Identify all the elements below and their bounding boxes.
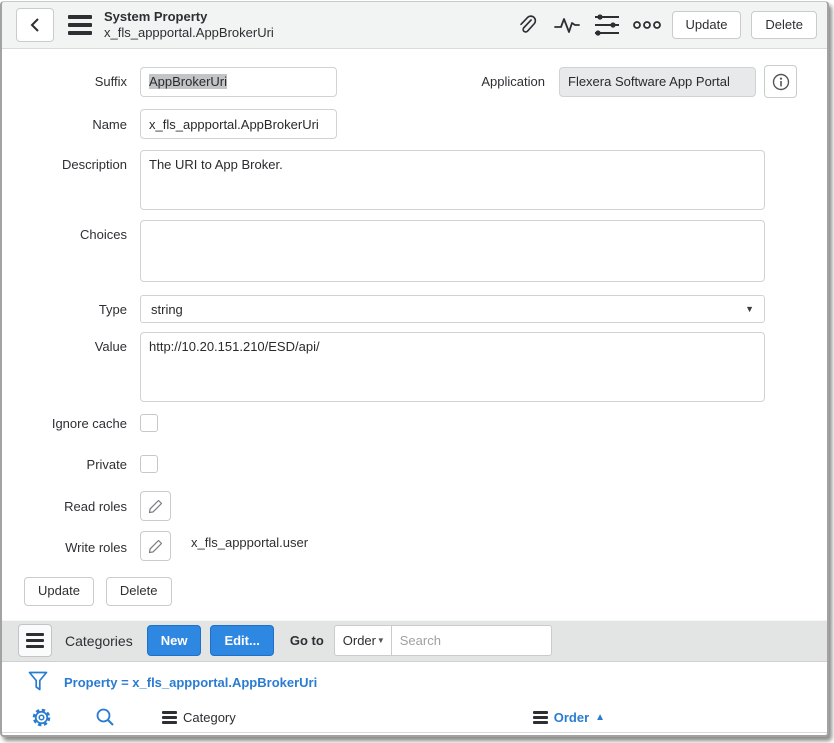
categories-list-header: Category Order ▲ [2,703,827,733]
form-context-menu-icon[interactable] [68,15,92,35]
write-roles-value: x_fls_appportal.user [191,531,308,550]
pencil-icon [148,499,163,514]
filter-breadcrumb-link[interactable]: Property = x_fls_appportal.AppBrokerUri [64,675,317,690]
new-category-button[interactable]: New [147,625,202,656]
value-textarea[interactable]: http://10.20.151.210/ESD/api/ [140,332,765,402]
write-roles-label: Write roles [24,531,127,555]
write-roles-edit-button[interactable] [140,531,171,561]
categories-search-input[interactable] [392,625,552,656]
goto-dropdown-arrow-icon: ▼ [377,636,385,645]
chevron-left-icon [28,17,42,33]
goto-label: Go to [290,633,324,648]
application-label: Application [481,74,545,89]
categories-toolbar: Categories New Edit... Go to Order ▼ [2,620,827,662]
value-label: Value [24,332,127,354]
column-label-order: Order [554,710,589,725]
ellipsis-icon [633,20,661,30]
application-info-button[interactable] [764,65,797,98]
description-label: Description [24,150,127,172]
personalize-form-button[interactable] [592,10,622,40]
header-actions: Update Delete [512,10,818,40]
info-icon [772,73,790,91]
form-actions: Update Delete [24,577,797,606]
suffix-selected-text: AppBrokerUri [149,74,227,89]
back-button[interactable] [16,8,54,42]
ignore-cache-label: Ignore cache [24,416,127,431]
pulse-icon [554,14,580,36]
filter-funnel-icon[interactable] [28,671,48,694]
search-icon [95,707,115,727]
paperclip-icon [516,14,538,36]
more-options-button[interactable] [632,10,662,40]
select-dropdown-arrow-icon: ▼ [745,304,754,314]
system-property-window: System Property x_fls_appportal.AppBroke… [0,1,829,737]
list-menu-icon [26,633,44,648]
form-delete-button[interactable]: Delete [106,577,172,606]
ignore-cache-checkbox[interactable] [140,414,158,432]
record-subtitle: x_fls_appportal.AppBrokerUri [104,25,274,41]
column-header-order[interactable]: Order ▲ [533,710,605,725]
list-filter-row: Property = x_fls_appportal.AppBrokerUri [2,662,827,703]
name-label: Name [24,117,127,132]
column-menu-icon[interactable] [533,711,548,724]
categories-list-menu-button[interactable] [18,624,52,657]
column-label-category: Category [183,710,236,725]
type-label: Type [24,302,127,317]
pencil-icon [148,539,163,554]
sort-ascending-icon: ▲ [595,712,605,723]
suffix-input[interactable]: AppBrokerUri [140,67,337,97]
page-title: System Property [104,9,274,25]
related-list-title: Categories [65,633,133,649]
goto-selected-value: Order [343,633,376,648]
list-search-button[interactable] [90,702,120,732]
read-roles-label: Read roles [24,499,127,514]
form-update-button[interactable]: Update [24,577,94,606]
list-personalize-button[interactable] [26,702,56,732]
gear-icon [31,707,52,728]
header-update-button[interactable]: Update [672,11,742,40]
goto-column-select[interactable]: Order ▼ [334,625,392,656]
private-label: Private [24,457,127,472]
read-roles-edit-button[interactable] [140,491,171,521]
type-select[interactable]: string ▼ [140,295,765,323]
choices-textarea[interactable] [140,220,765,282]
system-property-form: Suffix AppBrokerUri Application N [2,49,827,606]
column-header-category[interactable]: Category [162,710,236,725]
column-menu-icon[interactable] [162,711,177,724]
form-header: System Property x_fls_appportal.AppBroke… [2,2,827,49]
type-selected-value: string [151,302,183,317]
attachment-button[interactable] [512,10,542,40]
name-input[interactable] [140,109,337,139]
activity-stream-button[interactable] [552,10,582,40]
private-checkbox[interactable] [140,455,158,473]
header-delete-button[interactable]: Delete [751,11,817,40]
suffix-label: Suffix [24,74,127,89]
edit-categories-button[interactable]: Edit... [210,625,273,656]
choices-label: Choices [24,220,127,242]
sliders-icon [594,13,620,37]
application-input [559,67,756,97]
record-title: System Property x_fls_appportal.AppBroke… [104,9,274,42]
description-textarea[interactable]: The URI to App Broker. [140,150,765,210]
